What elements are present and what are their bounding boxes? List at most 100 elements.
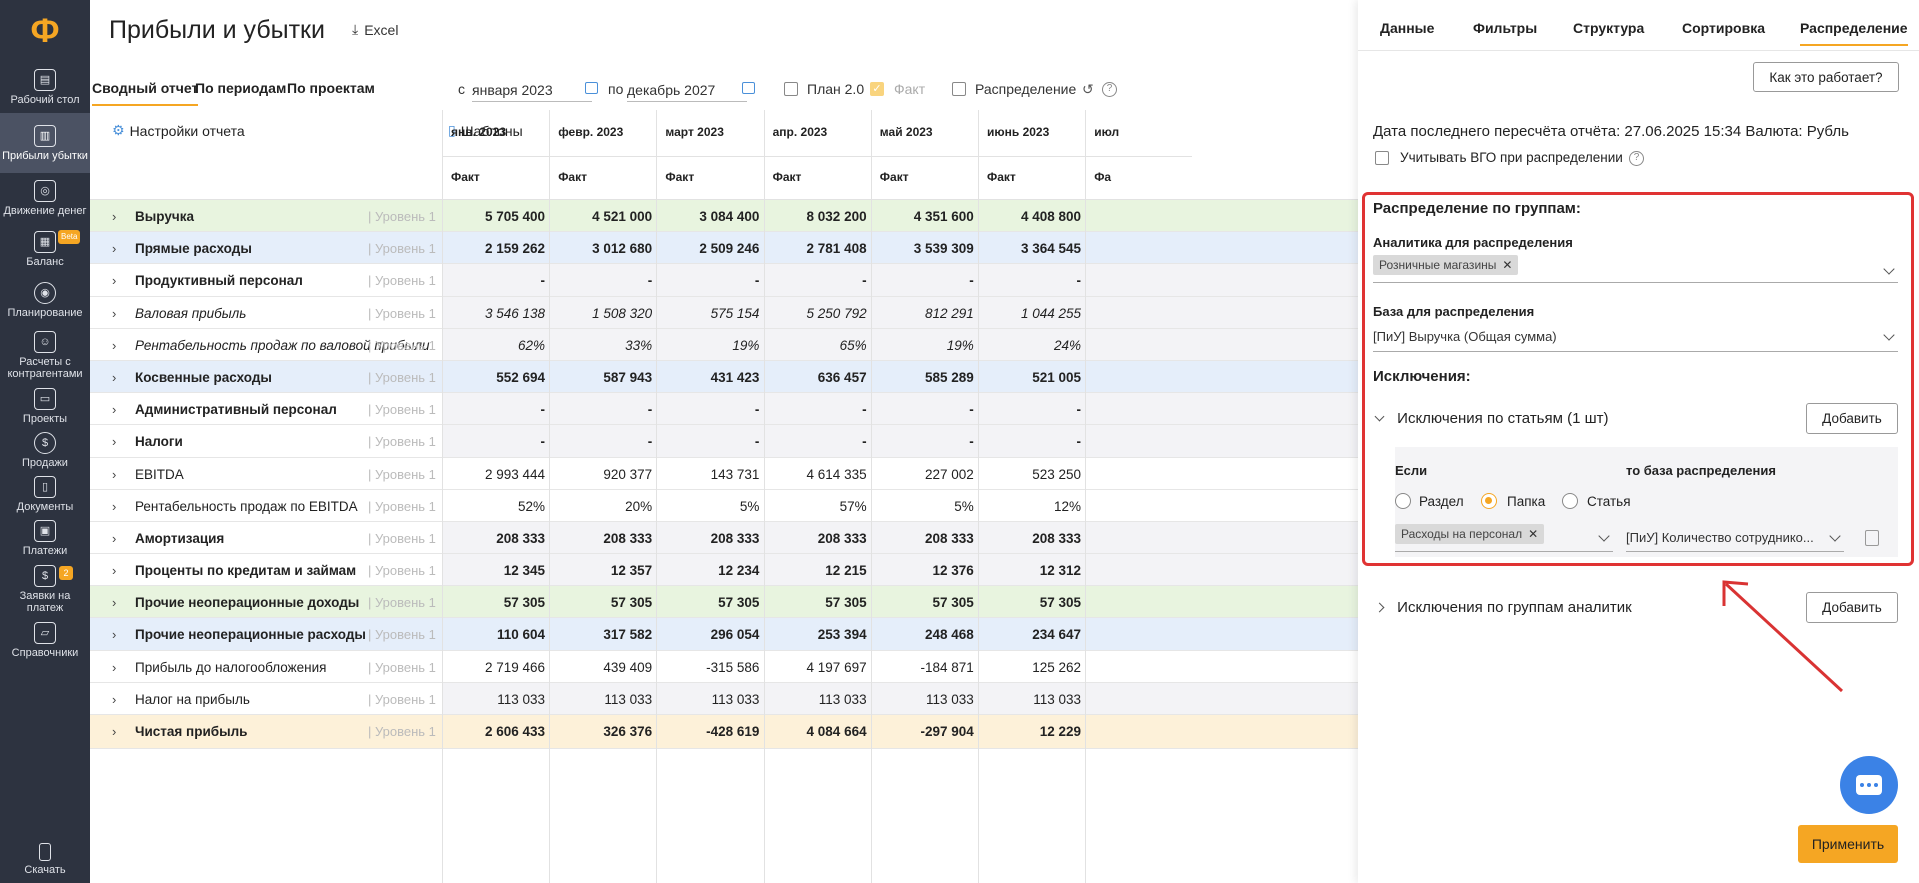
table-cell: - <box>647 273 653 289</box>
analytics-select[interactable]: Розничные магазины ✕ <box>1373 253 1898 283</box>
expand-chevron-icon[interactable]: › <box>112 467 116 482</box>
how-it-works-button[interactable]: Как это работает? <box>1753 62 1899 92</box>
download-app-button[interactable]: Скачать <box>0 843 90 883</box>
table-row[interactable]: › EBITDA | Уровень 12 993 444 920 377 143 73… <box>90 458 1358 490</box>
sidebar-item-balance[interactable]: ▦ Баланс Beta <box>0 224 90 275</box>
table-cell: 12 357 <box>610 563 653 579</box>
expand-chevron-icon[interactable]: › <box>112 434 116 449</box>
expand-chevron-icon[interactable]: › <box>112 531 116 546</box>
table-row[interactable]: › Рентабельность продаж по валовой прибыл… <box>90 328 1358 361</box>
panel-tab-sorting[interactable]: Сортировка <box>1682 20 1765 36</box>
expand-chevron-icon[interactable]: › <box>112 724 116 739</box>
table-row[interactable]: › Выручка | Уровень 15 705 400 4 521 000 3 0… <box>90 200 1358 233</box>
tab-by-projects[interactable]: По проектам <box>287 80 375 96</box>
sidebar-item-chart[interactable]: ▥ Прибыли убытки <box>0 113 90 173</box>
sidebar-item-target[interactable]: ◉ Планирование <box>0 275 90 326</box>
excel-export-button[interactable]: ⤓ Excel <box>352 21 398 38</box>
vgo-checbox[interactable] <box>1375 151 1389 165</box>
expand-chevron-icon[interactable]: › <box>112 402 116 417</box>
panel-tab-data[interactable]: Данные <box>1380 20 1434 36</box>
report-settings-link[interactable]: ⚙ Настройки отчета <box>112 122 245 139</box>
sidebar-item-wallet[interactable]: ▣ Платежи <box>0 516 90 560</box>
table-row[interactable]: › Налоги | Уровень 1------ <box>90 425 1358 458</box>
expand-chevron-icon[interactable]: › <box>112 209 116 224</box>
table-cell: - <box>1076 434 1082 450</box>
panel-tab-distribution[interactable]: Распределение <box>1800 20 1908 46</box>
table-row[interactable]: › Проценты по кредитам и займам | Уровень … <box>90 554 1358 587</box>
table-row[interactable]: › Амортизация | Уровень 1 208 333 208 333 208… <box>90 521 1358 555</box>
radio-folder[interactable] <box>1481 493 1497 509</box>
panel-tab-structure[interactable]: Структура <box>1573 20 1644 36</box>
table-row[interactable]: › Прочие неоперационные доходы | Уровень 1… <box>90 586 1358 619</box>
calendar-icon[interactable] <box>585 82 598 94</box>
expand-chevron-icon[interactable]: › <box>112 241 116 256</box>
sidebar-item-people[interactable]: ☺ Расчеты с контрагентами <box>0 326 90 384</box>
panel-tab-filters[interactable]: Фильтры <box>1473 20 1537 36</box>
sidebar-item-label: Проекты <box>22 412 68 425</box>
table-row[interactable]: › Продуктивный персонал | Уровень 1------ <box>90 264 1358 297</box>
expand-chevron-icon[interactable]: › <box>112 338 116 353</box>
plan-checkbox[interactable] <box>784 82 798 96</box>
table-cell: 208 333 <box>710 530 760 546</box>
expand-chevron-icon[interactable]: › <box>112 692 116 707</box>
trash-icon[interactable] <box>1865 530 1879 546</box>
close-icon[interactable]: ✕ <box>1528 527 1538 541</box>
apply-button[interactable]: Применить <box>1798 825 1898 863</box>
expand-chevron-icon[interactable]: › <box>112 595 116 610</box>
base-select[interactable]: [ПиУ] Выручка (Общая сумма) <box>1373 322 1898 352</box>
help-icon[interactable]: ? <box>1102 82 1117 97</box>
calendar-icon[interactable] <box>742 82 755 94</box>
table-cell: 227 002 <box>924 466 974 482</box>
table-row[interactable]: › Косвенные расходы | Уровень 1 552 694 587 … <box>90 360 1358 394</box>
close-icon[interactable]: ✕ <box>1502 258 1512 272</box>
table-cell: 575 154 <box>710 305 760 321</box>
then-base-select[interactable]: [ПиУ] Количество сотруднико... <box>1626 522 1844 552</box>
sidebar-item-dollar[interactable]: $ Продажи <box>0 428 90 472</box>
expand-chevron-icon[interactable]: › <box>112 273 116 288</box>
radio-article[interactable] <box>1562 493 1578 509</box>
table-cell: 8 032 200 <box>806 209 867 224</box>
table-row[interactable]: › Прочие неоперационные расходы | Уровень … <box>90 618 1358 651</box>
expand-chevron-icon[interactable]: › <box>112 306 116 321</box>
exc-groups-toggle[interactable]: Исключения по группам аналитик <box>1373 599 1632 616</box>
tab-by-periods[interactable]: По периодам <box>195 80 286 96</box>
chat-button[interactable] <box>1840 756 1898 814</box>
folder-chip-label: Расходы на персонал <box>1401 527 1523 541</box>
sidebar-item-documents[interactable]: ▯ Документы <box>0 472 90 516</box>
expand-chevron-icon[interactable]: › <box>112 370 116 385</box>
table-cell: 234 647 <box>1032 627 1081 643</box>
expand-chevron-icon[interactable]: › <box>112 499 116 514</box>
expand-chevron-icon[interactable]: › <box>112 660 116 675</box>
distribution-checkbox[interactable] <box>952 82 966 96</box>
table-header: ⚙ Настройки отчета ▯ Шаблоны янв. 2023 Фа… <box>90 110 1358 200</box>
table-cell: 3 084 400 <box>699 209 760 224</box>
table-row[interactable]: › Валовая прибыль | Уровень 13 546 138 1 50… <box>90 296 1358 329</box>
exc-articles-toggle[interactable]: Исключения по статьям (1 шт) <box>1373 410 1609 427</box>
sidebar-item-coins[interactable]: ◎ Движение денег <box>0 173 90 224</box>
sidebar-item-request[interactable]: $ Заявки на платеж 2 <box>0 560 90 618</box>
add-article-exception-button[interactable]: Добавить <box>1806 403 1898 434</box>
app-logo[interactable]: Ф <box>0 0 90 62</box>
expand-chevron-icon[interactable]: › <box>112 563 116 578</box>
table-row[interactable]: › Рентабельность продаж по EBITDA | Уровен… <box>90 490 1358 522</box>
table-row[interactable]: › Прибыль до налогообложения | Уровень 12 … <box>90 651 1358 683</box>
fact-checkbox[interactable]: ✓ <box>870 82 884 96</box>
folder-select[interactable]: Расходы на персонал ✕ <box>1395 522 1613 552</box>
table-row[interactable]: › Административный персонал | Уровень 1---… <box>90 393 1358 426</box>
table-row[interactable]: › Налог на прибыль | Уровень 1 113 033 113 0… <box>90 682 1358 715</box>
table-row[interactable]: › Прямые расходы | Уровень 12 159 262 3 012… <box>90 232 1358 265</box>
date-to-field[interactable]: декабрь 2027 <box>627 80 747 102</box>
table-cell: 636 457 <box>817 369 867 385</box>
radio-section[interactable] <box>1395 493 1411 509</box>
tab-summary[interactable]: Сводный отчет <box>92 80 199 106</box>
analytics-label: Аналитика для распределения <box>1373 235 1573 250</box>
date-from-field[interactable]: января 2023 <box>472 80 592 102</box>
reset-icon[interactable]: ↺ <box>1082 81 1094 98</box>
sidebar-item-desktop[interactable]: ▤ Рабочий стол <box>0 62 90 113</box>
expand-chevron-icon[interactable]: › <box>112 627 116 642</box>
help-icon[interactable]: ? <box>1629 151 1644 166</box>
sidebar-item-briefcase[interactable]: ▭ Проекты <box>0 384 90 428</box>
table-cell: 4 351 600 <box>913 209 974 224</box>
sidebar-item-folder[interactable]: ▱ Справочники <box>0 618 90 662</box>
table-row[interactable]: › Чистая прибыль | Уровень 12 606 433 326 3… <box>90 715 1358 749</box>
